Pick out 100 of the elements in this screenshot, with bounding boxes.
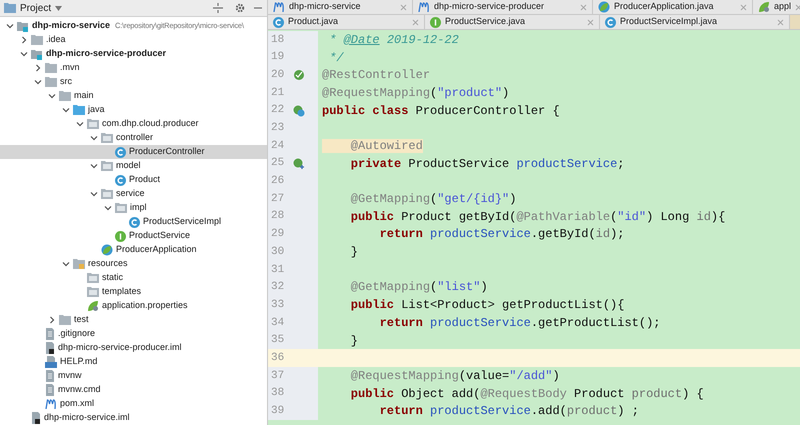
tree-item-label: resources (88, 257, 128, 270)
code-text: return productService.add(product) ; (378, 403, 639, 420)
code-text: public Object add(@RequestBody Product product) { (350, 386, 704, 403)
spring-class-icon (598, 1, 610, 13)
code-text: return productService.getById(id); (378, 226, 624, 244)
line-number: 34 (271, 316, 286, 331)
tree-item[interactable]: ProducerApplication (0, 243, 267, 257)
tab-label: Product.java (288, 15, 338, 28)
tree-item[interactable]: .mvn (0, 61, 267, 75)
code-text: } (350, 244, 358, 262)
editor-tab[interactable]: ProductServiceImpl.java (600, 15, 790, 29)
line-number: 26 (271, 174, 286, 190)
tree-item[interactable]: java (0, 103, 267, 117)
autowire-icon[interactable] (293, 158, 305, 170)
chevron-down-icon[interactable] (104, 204, 112, 212)
tree-item[interactable]: .gitignore (0, 327, 267, 341)
tree-item-label: service (116, 187, 145, 200)
maven-icon (45, 399, 57, 409)
tree-item-label: pom.xml (60, 397, 94, 410)
chevron-right-icon[interactable] (48, 316, 56, 324)
chevron-right-icon[interactable] (20, 36, 28, 44)
document-icon (45, 328, 55, 340)
chevron-right-icon[interactable] (34, 64, 42, 72)
folder-icon (59, 315, 71, 325)
code-text: @RequestMapping("product") (321, 84, 510, 102)
document-icon (31, 412, 41, 424)
tree-item[interactable]: test (0, 313, 267, 327)
dropdown-icon[interactable] (55, 6, 62, 10)
tree-item[interactable]: resources (0, 257, 267, 271)
tree-item[interactable]: ProducerController (0, 145, 267, 159)
chevron-down-icon[interactable] (6, 22, 14, 30)
folder-icon (115, 203, 127, 213)
tree-item[interactable]: src (0, 75, 267, 89)
leaf-icon (758, 1, 770, 13)
tree-item[interactable]: dhp-micro-service.iml (0, 411, 267, 425)
collapse-icon[interactable] (213, 3, 223, 13)
tree-item[interactable]: HELP.md (0, 355, 267, 369)
document-icon (45, 342, 55, 354)
tree-item[interactable]: dhp-micro-service-producer (0, 47, 267, 61)
line-number: 28 (271, 209, 286, 224)
tree-item[interactable]: templates (0, 285, 267, 299)
chevron-down-icon[interactable] (62, 260, 70, 268)
tree-item[interactable]: model (0, 159, 267, 173)
tree-item[interactable]: impl (0, 201, 267, 215)
tree-item-label: impl (130, 201, 147, 214)
tree-item-label: src (60, 75, 72, 88)
editor-tab[interactable]: dhp-micro-service-producer (413, 0, 593, 14)
tree-item-label: mvnw (58, 369, 82, 382)
tree-item[interactable]: mvnw (0, 369, 267, 383)
line-number: 39 (271, 404, 286, 420)
tree-item[interactable]: com.dhp.cloud.producer (0, 117, 267, 131)
class-gutter-icon[interactable] (293, 104, 305, 117)
tree-item-label: ProductService (129, 229, 190, 242)
settings-icon[interactable] (235, 3, 245, 13)
panel-title[interactable]: Project (20, 0, 52, 16)
editor-tab[interactable]: ProducerApplication.java (593, 0, 753, 14)
editor-tab[interactable]: ProductService.java (425, 15, 600, 29)
chevron-down-icon[interactable] (90, 190, 98, 198)
tree-item[interactable]: main (0, 89, 267, 103)
editor-tab[interactable]: appl (753, 0, 800, 14)
code-text: * @Date 2019-12-22 (328, 32, 459, 49)
tree-item[interactable]: ProductService (0, 229, 267, 243)
tree-item-label: dhp-micro-service-producer (46, 47, 166, 60)
folder-icon (87, 273, 99, 283)
line-number: 32 (271, 280, 286, 296)
chevron-down-icon[interactable] (62, 106, 70, 114)
tree-item[interactable]: pom.xml (0, 397, 267, 411)
chevron-down-icon[interactable] (90, 162, 98, 170)
tree-item[interactable]: service (0, 187, 267, 201)
tree-item-label: .gitignore (58, 327, 96, 340)
chevron-down-icon[interactable] (20, 50, 28, 58)
line-number: 36 (271, 350, 286, 366)
class-icon (273, 16, 284, 28)
tree-item[interactable]: ProductServiceImpl (0, 215, 267, 229)
tab-label: ProductService.java (445, 15, 526, 28)
code-text: return productService.getProductList(); (378, 314, 660, 332)
tree-item-label: HELP.md (60, 355, 98, 368)
bean-icon[interactable] (293, 69, 305, 82)
code-text: } (350, 332, 358, 350)
line-number: 18 (271, 32, 286, 48)
chevron-down-icon[interactable] (90, 134, 98, 142)
editor-tab[interactable]: dhp-micro-service (268, 0, 413, 14)
tree-item[interactable]: static (0, 271, 267, 285)
tree-item[interactable]: application.properties (0, 299, 267, 313)
tree-item-label: model (116, 159, 141, 172)
line-number: 29 (271, 227, 286, 242)
tree-item[interactable]: mvnw.cmd (0, 383, 267, 397)
code-text: public Product getById(@PathVariable("id") Long id){ (350, 208, 726, 226)
tree-item[interactable]: controller (0, 131, 267, 145)
tree-item[interactable]: .idea (0, 33, 267, 47)
tab-label: appl (774, 0, 792, 14)
tree-item[interactable]: dhp-micro-service-producer.iml (0, 341, 267, 355)
tab-label: ProducerApplication.java (614, 0, 714, 14)
chevron-down-icon[interactable] (48, 92, 56, 100)
interface-icon (430, 16, 441, 28)
line-number: 23 (271, 121, 286, 136)
chevron-down-icon[interactable] (34, 78, 42, 86)
editor-tab[interactable]: Product.java (268, 15, 425, 29)
tree-item[interactable]: Product (0, 173, 267, 187)
chevron-down-icon[interactable] (76, 120, 84, 128)
